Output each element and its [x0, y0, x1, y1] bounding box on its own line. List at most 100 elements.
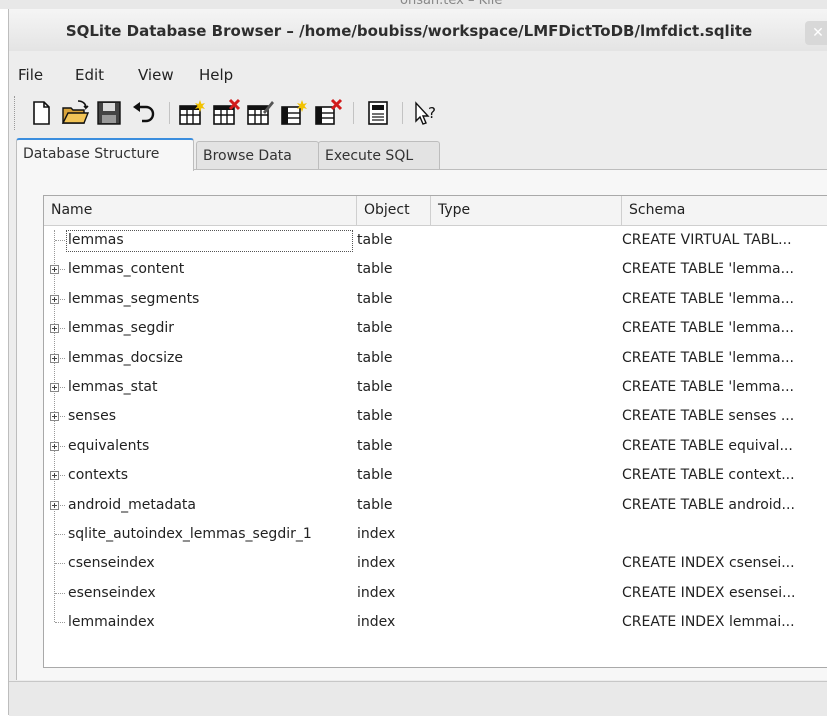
table-row[interactable]: senses table CREATE TABLE senses ... — [44, 402, 827, 431]
item-name: lemmas_segments — [68, 290, 200, 307]
column-header-object[interactable]: Object — [357, 196, 431, 225]
expand-icon[interactable] — [50, 500, 59, 510]
toolbar-handle[interactable] — [14, 96, 18, 130]
expand-icon[interactable] — [50, 324, 59, 334]
expand-icon[interactable] — [50, 441, 59, 451]
new-database-button[interactable] — [26, 98, 56, 128]
table-row[interactable]: lemmas_content table CREATE TABLE 'lemma..… — [44, 255, 827, 284]
column-header-schema[interactable]: Schema — [622, 196, 827, 225]
column-header-name[interactable]: Name — [44, 196, 357, 225]
item-name: csenseindex — [68, 555, 155, 572]
new-database-icon — [33, 101, 50, 125]
item-object-type: table — [357, 349, 393, 366]
tab-database-structure[interactable]: Database Structure — [16, 138, 194, 171]
sql-log-icon — [368, 101, 388, 125]
window-title: SQLite Database Browser – /home/boubiss/… — [65, 22, 753, 40]
tab-execute-sql[interactable]: Execute SQL — [318, 141, 440, 170]
create-table-button[interactable] — [177, 98, 207, 128]
item-name: lemmas_segdir — [68, 320, 174, 337]
modify-table-button[interactable] — [245, 98, 275, 128]
titlebar[interactable]: SQLite Database Browser – /home/boubiss/… — [9, 9, 827, 51]
tab-bar: Database Structure Browse Data Execute S… — [16, 138, 827, 171]
item-schema: CREATE TABLE 'lemma... — [622, 349, 794, 366]
table-row[interactable]: esenseindex index CREATE INDEX esensei... — [44, 579, 827, 608]
item-name: contexts — [68, 467, 129, 484]
item-schema: CREATE INDEX esensei... — [622, 584, 796, 601]
toolbar: ? — [9, 90, 827, 136]
item-name: lemmas_stat — [68, 379, 158, 395]
expand-icon[interactable] — [50, 471, 59, 481]
create-table-icon — [179, 100, 205, 125]
tree-header: Name Object Type Schema — [44, 196, 827, 226]
item-schema: CREATE TABLE 'lemma... — [622, 320, 794, 337]
create-index-icon — [281, 100, 307, 125]
tab-browse-data[interactable]: Browse Data — [196, 141, 319, 170]
item-schema: CREATE TABLE equival... — [622, 437, 793, 454]
item-name: sqlite_autoindex_lemmas_segdir_1 — [68, 526, 312, 542]
table-row[interactable]: lemmas_stat table CREATE TABLE 'lemma... — [44, 373, 827, 402]
schema-tree[interactable]: Name Object Type Schema lemmas table CREAT… — [43, 195, 827, 668]
item-name: lemmaindex — [68, 614, 155, 631]
table-row[interactable]: lemmaindex index CREATE INDEX lemmai... — [44, 608, 827, 637]
close-button[interactable]: ✕ — [805, 21, 827, 45]
item-name: lemmas_docsize — [68, 349, 183, 366]
app-window: SQLite Database Browser – /home/boubiss/… — [8, 9, 827, 716]
item-object-type: table — [357, 290, 393, 307]
item-name: lemmas_content — [68, 261, 185, 278]
menu-file[interactable]: File — [18, 66, 43, 84]
tree-branch-line — [55, 534, 65, 535]
expand-icon[interactable] — [50, 353, 59, 363]
open-database-icon — [61, 100, 90, 124]
item-object-type: index — [357, 555, 396, 572]
menu-view[interactable]: View — [138, 66, 174, 84]
delete-table-button[interactable] — [211, 98, 241, 128]
table-row[interactable]: lemmas_segments table CREATE TABLE 'lemma.… — [44, 285, 827, 314]
expand-icon[interactable] — [50, 383, 59, 392]
toolbar-separator — [169, 102, 170, 124]
table-row[interactable]: csenseindex index CREATE INDEX csensei... — [44, 549, 827, 578]
item-schema — [622, 520, 827, 549]
item-object-type: index — [357, 584, 396, 601]
item-schema: CREATE VIRTUAL TABL... — [622, 232, 792, 248]
expand-icon[interactable] — [50, 412, 59, 422]
table-row[interactable]: android_metadata table CREATE TABLE androi… — [44, 491, 827, 520]
column-header-type[interactable]: Type — [431, 196, 622, 225]
table-row[interactable]: sqlite_autoindex_lemmas_segdir_1 index — [44, 520, 827, 549]
item-schema: CREATE INDEX lemmai... — [622, 614, 795, 631]
item-schema: CREATE TABLE senses ... — [622, 408, 795, 425]
expand-icon[interactable] — [50, 265, 59, 275]
item-object-type: index — [357, 614, 396, 631]
undo-button[interactable] — [128, 98, 158, 128]
item-name: senses — [68, 408, 116, 425]
undo-icon — [133, 102, 155, 123]
create-index-button[interactable] — [279, 98, 309, 128]
item-object-type: table — [357, 437, 393, 454]
delete-index-button[interactable] — [313, 98, 343, 128]
item-name: esenseindex — [68, 584, 156, 601]
whats-this-button[interactable]: ? — [411, 98, 441, 128]
menu-edit[interactable]: Edit — [75, 66, 104, 84]
save-icon — [97, 101, 121, 125]
item-object-type: table — [357, 467, 393, 484]
item-object-type: index — [357, 526, 396, 542]
status-bar — [9, 681, 827, 716]
menu-help[interactable]: Help — [199, 66, 233, 84]
item-object-type: table — [357, 232, 393, 248]
table-row[interactable]: lemmas table CREATE VIRTUAL TABL... — [44, 226, 827, 255]
expand-icon[interactable] — [50, 294, 59, 304]
tree-branch-line — [55, 592, 65, 594]
table-row[interactable]: contexts table CREATE TABLE context... — [44, 461, 827, 490]
delete-index-icon — [315, 98, 343, 125]
table-row[interactable]: lemmas_segdir table CREATE TABLE 'lemma... — [44, 314, 827, 343]
save-button[interactable] — [94, 98, 124, 128]
table-row[interactable]: equivalents table CREATE TABLE equival... — [44, 432, 827, 461]
sql-log-button[interactable] — [363, 98, 393, 128]
item-object-type: table — [357, 379, 393, 395]
whats-this-icon: ? — [415, 101, 436, 125]
menu-bar: File Edit View Help — [9, 59, 827, 89]
background-window-titlebar: ohsah.tex – Kile — [0, 0, 827, 9]
background-window-title: ohsah.tex – Kile — [400, 0, 503, 8]
open-database-button[interactable] — [60, 98, 90, 128]
table-row[interactable]: lemmas_docsize table CREATE TABLE 'lemma..… — [44, 344, 827, 373]
modify-table-icon — [247, 101, 274, 125]
